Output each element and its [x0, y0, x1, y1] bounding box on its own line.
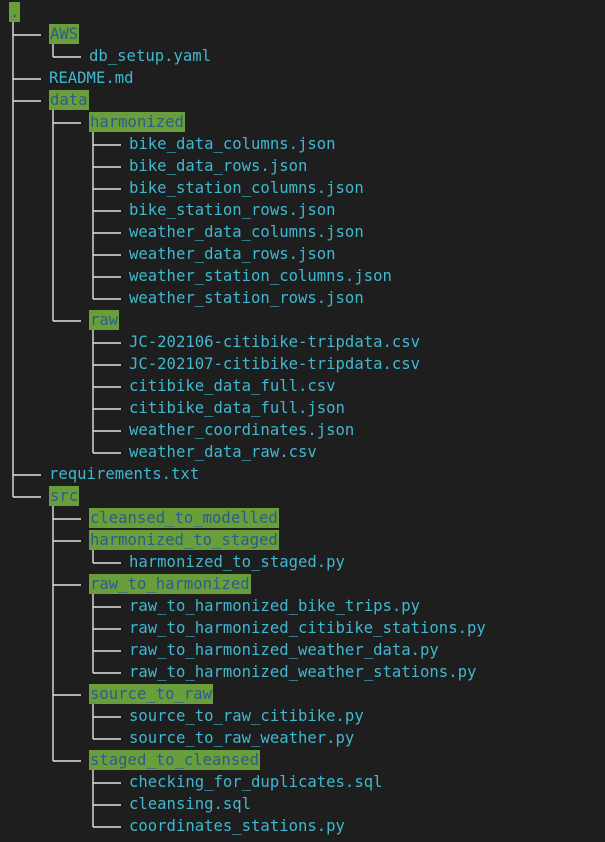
- file-entry[interactable]: raw_to_harmonized_weather_stations.py: [129, 662, 476, 682]
- folder-entry[interactable]: harmonized_to_staged: [89, 530, 279, 550]
- file-entry[interactable]: coordinates_stations.py: [129, 816, 345, 836]
- file-entry[interactable]: citibike_data_full.csv: [129, 376, 336, 396]
- folder-entry[interactable]: staged_to_cleansed: [89, 750, 260, 770]
- file-entry[interactable]: harmonized_to_staged.py: [129, 552, 345, 572]
- file-entry[interactable]: source_to_raw_citibike.py: [129, 706, 364, 726]
- file-entry[interactable]: requirements.txt: [49, 464, 199, 484]
- file-entry[interactable]: raw_to_harmonized_citibike_stations.py: [129, 618, 486, 638]
- tree-root[interactable]: .: [9, 2, 20, 22]
- folder-entry[interactable]: harmonized: [89, 112, 185, 132]
- file-entry[interactable]: bike_data_rows.json: [129, 156, 307, 176]
- file-entry[interactable]: JC-202107-citibike-tripdata.csv: [129, 354, 420, 374]
- file-entry[interactable]: raw_to_harmonized_bike_trips.py: [129, 596, 420, 616]
- folder-entry[interactable]: source_to_raw: [89, 684, 214, 704]
- file-entry[interactable]: weather_coordinates.json: [129, 420, 354, 440]
- folder-entry[interactable]: raw: [89, 310, 120, 330]
- file-entry[interactable]: weather_data_rows.json: [129, 244, 336, 264]
- folder-entry[interactable]: cleansed_to_modelled: [89, 508, 279, 528]
- file-entry[interactable]: README.md: [49, 68, 134, 88]
- file-entry[interactable]: bike_data_columns.json: [129, 134, 336, 154]
- folder-entry[interactable]: data: [49, 90, 89, 110]
- file-entry[interactable]: source_to_raw_weather.py: [129, 728, 354, 748]
- file-entry[interactable]: bike_station_rows.json: [129, 200, 336, 220]
- file-entry[interactable]: weather_station_rows.json: [129, 288, 364, 308]
- file-entry[interactable]: cleansing.sql: [129, 794, 251, 814]
- file-entry[interactable]: raw_to_harmonized_weather_data.py: [129, 640, 439, 660]
- file-entry[interactable]: db_setup.yaml: [89, 46, 211, 66]
- file-entry[interactable]: weather_station_columns.json: [129, 266, 392, 286]
- file-entry[interactable]: citibike_data_full.json: [129, 398, 345, 418]
- file-entry[interactable]: JC-202106-citibike-tripdata.csv: [129, 332, 420, 352]
- file-entry[interactable]: bike_station_columns.json: [129, 178, 364, 198]
- folder-entry[interactable]: AWS: [49, 24, 80, 44]
- file-entry[interactable]: weather_data_raw.csv: [129, 442, 317, 462]
- folder-entry[interactable]: raw_to_harmonized: [89, 574, 251, 594]
- file-entry[interactable]: checking_for_duplicates.sql: [129, 772, 382, 792]
- folder-entry[interactable]: src: [49, 486, 80, 506]
- terminal-window: . AWS db_setup.yaml README.md data harmonized…: [0, 0, 605, 842]
- file-entry[interactable]: weather_data_columns.json: [129, 222, 364, 242]
